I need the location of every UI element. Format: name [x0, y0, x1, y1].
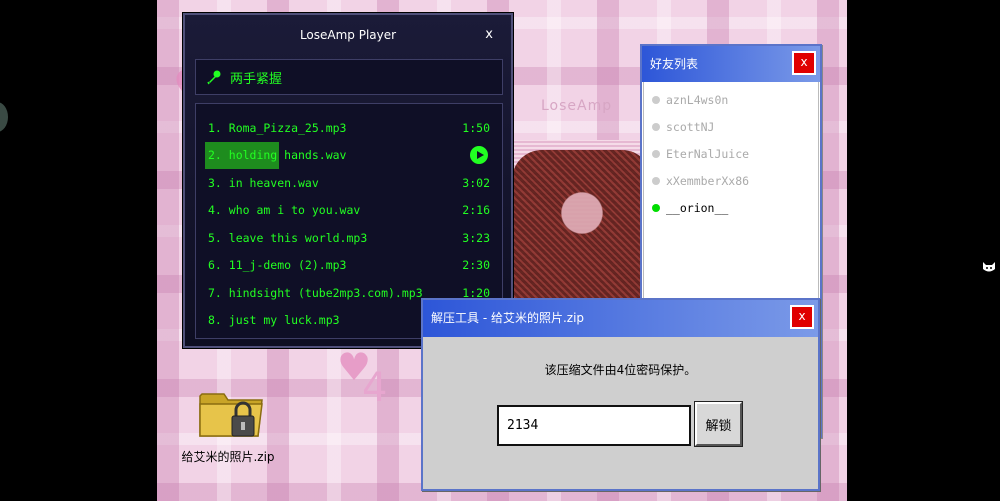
friend-name: aznL4ws0n: [666, 92, 729, 107]
player-close-button[interactable]: x: [485, 27, 493, 43]
track-row[interactable]: 6. 11_j-demo (2).mp3 2:30: [196, 252, 502, 280]
zip-file-icon[interactable]: 给艾米的照片.zip: [181, 382, 275, 465]
friend-item[interactable]: aznL4ws0n: [644, 86, 818, 113]
track-duration: 3:02: [462, 175, 490, 190]
track-name: 4. who am i to you.wav: [208, 203, 361, 218]
track-name: 2. holding hands.wav: [208, 148, 347, 163]
track-name: 6. 11_j-demo (2).mp3: [208, 258, 347, 273]
friend-item[interactable]: xXemmberXx86: [644, 167, 818, 194]
status-dot-icon: [652, 176, 660, 185]
track-row[interactable]: 5. leave this world.mp3 3:23: [196, 224, 502, 252]
track-name: 3. in heaven.wav: [208, 175, 319, 190]
unzip-close-button[interactable]: x: [790, 305, 814, 329]
microphone-icon: [207, 70, 221, 85]
friend-name: EterNalJuice: [666, 146, 750, 161]
friends-close-button[interactable]: x: [792, 51, 816, 75]
track-row[interactable]: 1. Roma_Pizza_25.mp3 1:50: [196, 114, 502, 142]
friend-name: scottNJ: [666, 119, 715, 134]
status-dot-icon: [652, 122, 660, 131]
background-text: LoseAmp: [541, 98, 613, 114]
password-input[interactable]: [497, 405, 691, 446]
unzip-message: 该压缩文件由4位密码保护。: [544, 363, 697, 377]
friend-item[interactable]: EterNalJuice: [644, 140, 818, 167]
now-playing-title: 两手紧握: [230, 71, 283, 87]
unzip-title: 解压工具 - 给艾米的照片.zip: [423, 300, 818, 337]
track-duration: 1:50: [462, 120, 490, 135]
background-number: 4: [362, 365, 389, 411]
friend-item[interactable]: scottNJ: [644, 113, 818, 140]
track-name: 7. hindsight (tube2mp3.com).mp3: [208, 285, 423, 300]
track-name: 8. just my luck.mp3: [208, 313, 340, 328]
friend-item-online[interactable]: __orion__: [644, 194, 818, 221]
play-icon[interactable]: [470, 146, 488, 165]
cat-app-icon[interactable]: [982, 260, 996, 274]
friend-name: __orion__: [666, 200, 729, 215]
track-row[interactable]: 4. who am i to you.wav 2:16: [196, 197, 502, 225]
locked-folder-icon: [198, 382, 264, 442]
online-dot-icon: [652, 203, 660, 212]
track-duration: 2:30: [462, 258, 490, 273]
friend-name: xXemmberXx86: [666, 173, 750, 188]
track-duration: 2:16: [462, 203, 490, 218]
track-row[interactable]: 3. in heaven.wav 3:02: [196, 169, 502, 197]
track-name: 1. Roma_Pizza_25.mp3: [208, 120, 347, 135]
side-app-icon[interactable]: [0, 102, 8, 132]
track-row-active[interactable]: 2. holding hands.wav: [196, 141, 502, 169]
unlock-button[interactable]: 解锁: [694, 401, 743, 447]
now-playing-bar: 两手紧握: [195, 59, 503, 95]
track-name: 5. leave this world.mp3: [208, 230, 368, 245]
status-dot-icon: [652, 95, 660, 104]
player-title: LoseAmp Player: [299, 28, 397, 42]
zip-file-label: 给艾米的照片.zip: [181, 450, 275, 464]
status-dot-icon: [652, 149, 660, 158]
photo-image: [512, 150, 652, 300]
track-duration: 3:23: [462, 230, 490, 245]
unzip-dialog: 解压工具 - 给艾米的照片.zip x 该压缩文件由4位密码保护。 解锁: [421, 298, 820, 491]
